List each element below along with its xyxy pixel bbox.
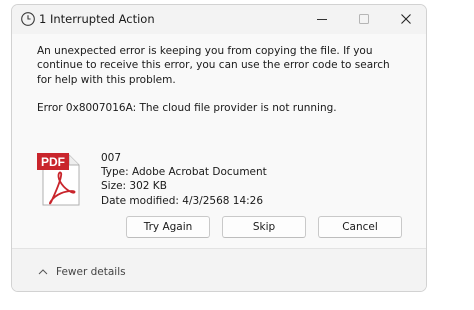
error-code: Error 0x8007016A: The cloud file provide… [37, 102, 337, 114]
cancel-button[interactable]: Cancel [318, 216, 402, 238]
try-again-button[interactable]: Try Again [126, 216, 210, 238]
fewer-details-label: Fewer details [56, 266, 126, 278]
pdf-file-icon: PDF [37, 151, 83, 207]
close-button[interactable] [386, 5, 426, 34]
skip-button[interactable]: Skip [222, 216, 306, 238]
file-date-modified: Date modified: 4/3/2568 14:26 [101, 194, 264, 207]
error-message: An unexpected error is keeping you from … [37, 45, 390, 86]
maximize-icon [359, 14, 369, 24]
maximize-button[interactable] [344, 5, 384, 34]
title-bar: 1 Interrupted Action [12, 5, 426, 34]
window-title: 1 Interrupted Action [39, 12, 155, 26]
fewer-details-toggle[interactable]: Fewer details [38, 265, 126, 279]
close-icon [401, 14, 411, 24]
dialog-footer: Fewer details [12, 249, 426, 291]
clock-icon [20, 11, 36, 27]
chevron-up-icon [38, 269, 48, 275]
interrupted-action-dialog: 1 Interrupted Action An unexpected error… [11, 4, 427, 292]
minimize-button[interactable] [302, 5, 342, 34]
file-name: 007 [101, 152, 122, 164]
pdf-badge: PDF [41, 155, 65, 169]
minimize-icon [317, 19, 327, 20]
file-type: Type: Adobe Acrobat Document [101, 166, 267, 179]
file-details: 007 Type: Adobe Acrobat Document Size: 3… [101, 151, 267, 208]
dialog-content: An unexpected error is keeping you from … [12, 34, 426, 249]
file-size: Size: 302 KB [101, 180, 167, 193]
